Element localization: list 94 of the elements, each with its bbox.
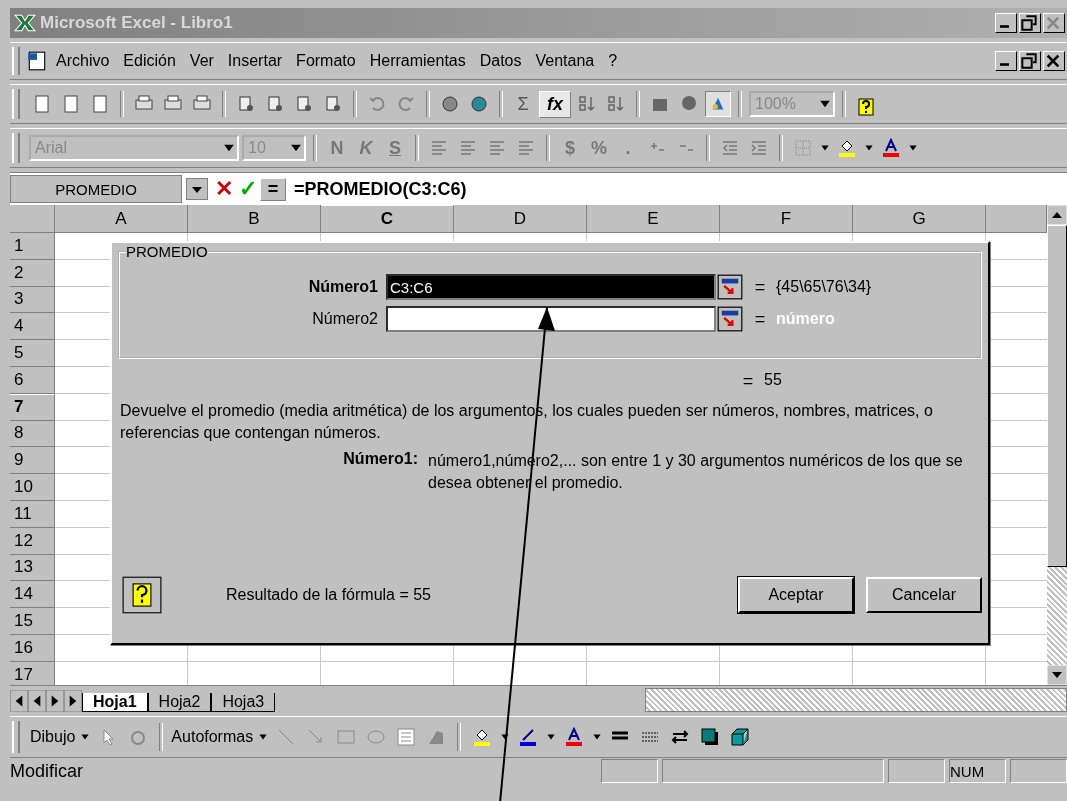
last-sheet-icon[interactable] bbox=[64, 690, 82, 712]
document-icon[interactable] bbox=[26, 50, 48, 72]
argument-result: número bbox=[776, 310, 835, 328]
function-button[interactable]: fx bbox=[539, 90, 571, 118]
menu-item[interactable]: Ventana bbox=[535, 52, 595, 70]
restore-button[interactable] bbox=[1019, 13, 1041, 33]
collapse-dialog-icon[interactable] bbox=[716, 306, 744, 332]
close-button[interactable] bbox=[1043, 13, 1065, 33]
dialog-button[interactable]: Aceptar bbox=[738, 577, 854, 613]
restore-icon bbox=[1021, 15, 1037, 31]
sheet-tab[interactable]: Hoja3 bbox=[211, 693, 276, 712]
row-header[interactable]: 7 bbox=[10, 393, 55, 421]
row-header[interactable]: 9 bbox=[10, 447, 55, 475]
menu-item[interactable]: ? bbox=[608, 52, 618, 70]
argument-label: Número1 bbox=[307, 278, 379, 296]
row-header[interactable]: 8 bbox=[10, 420, 55, 448]
status-panel bbox=[601, 759, 658, 783]
argument-input[interactable]: C3:C6 bbox=[386, 274, 716, 300]
equals-sign: = bbox=[741, 371, 755, 392]
menu-item[interactable]: Insertar bbox=[227, 52, 283, 70]
horizontal-scrollbar[interactable] bbox=[645, 688, 1067, 712]
menu-item[interactable]: Datos bbox=[479, 52, 522, 70]
toolbar-grip bbox=[12, 721, 20, 753]
scroll-down-button[interactable] bbox=[1047, 665, 1067, 685]
argument-label: Número2 bbox=[311, 310, 379, 328]
row-header[interactable]: 1 bbox=[10, 233, 55, 260]
restore-icon bbox=[1021, 53, 1037, 69]
restore-button[interactable] bbox=[1019, 51, 1041, 71]
dialog-button[interactable]: Cancelar bbox=[866, 577, 982, 613]
row-header[interactable]: 14 bbox=[10, 581, 55, 609]
row-header[interactable]: 2 bbox=[10, 259, 55, 287]
toolbar-grip bbox=[12, 132, 20, 164]
row-header[interactable]: 13 bbox=[10, 554, 55, 582]
row-header[interactable]: 16 bbox=[10, 634, 55, 662]
sheet-tab[interactable]: Hoja2 bbox=[147, 693, 212, 712]
dropdown-button[interactable] bbox=[186, 178, 208, 200]
vertical-scrollbar[interactable] bbox=[1047, 205, 1067, 685]
next-sheet-icon[interactable] bbox=[46, 690, 64, 712]
scroll-up-button[interactable] bbox=[1047, 205, 1067, 225]
previous-sheet-icon[interactable] bbox=[28, 690, 46, 712]
column-header[interactable]: D bbox=[454, 205, 587, 233]
minimize-button[interactable] bbox=[995, 51, 1017, 71]
minimize-button[interactable] bbox=[995, 13, 1017, 33]
row-header[interactable]: 10 bbox=[10, 474, 55, 501]
menu-item[interactable]: Edición bbox=[123, 52, 176, 70]
x-logo-icon bbox=[14, 14, 36, 32]
row-header[interactable]: 5 bbox=[10, 340, 55, 367]
edit-formula-button[interactable]: = bbox=[260, 177, 286, 201]
column-header[interactable]: A bbox=[55, 205, 188, 233]
help-button[interactable] bbox=[122, 576, 162, 614]
row-header[interactable]: 12 bbox=[10, 527, 55, 555]
num-lock-indicator: NUM bbox=[949, 759, 1006, 783]
toolbar-grip bbox=[12, 46, 20, 76]
row-header[interactable]: 4 bbox=[10, 313, 55, 341]
autosum-button[interactable]: Σ bbox=[510, 93, 536, 115]
menu-item[interactable]: Formato bbox=[296, 52, 356, 70]
menu-item[interactable]: Archivo bbox=[56, 52, 110, 70]
menu-item[interactable]: Herramientas bbox=[369, 52, 466, 70]
cancel-button[interactable]: ✕ bbox=[212, 176, 236, 202]
close-icon bbox=[1045, 53, 1061, 69]
argument-help-label: Número1: bbox=[342, 450, 418, 469]
argument-result: {45\65\76\34} bbox=[776, 278, 872, 296]
function-result: 55 bbox=[764, 371, 782, 390]
equals-sign: = bbox=[753, 276, 767, 298]
minimize-icon bbox=[1000, 25, 1009, 28]
column-header[interactable]: F bbox=[720, 205, 853, 233]
minimize-icon bbox=[1000, 63, 1009, 66]
name-box[interactable]: PROMEDIO bbox=[10, 175, 182, 203]
row-header[interactable]: 6 bbox=[10, 367, 55, 394]
row-header[interactable]: 15 bbox=[10, 608, 55, 635]
close-icon bbox=[1045, 15, 1061, 31]
toolbar-grip bbox=[12, 88, 20, 120]
argument-input[interactable] bbox=[386, 306, 716, 332]
menu-item[interactable]: Ver bbox=[189, 52, 214, 70]
column-header[interactable]: C bbox=[321, 205, 454, 233]
window-title: Microsoft Excel - Libro1 bbox=[40, 13, 233, 33]
column-header[interactable]: E bbox=[587, 205, 720, 233]
formula-result: Resultado de la fórmula = 55 bbox=[226, 586, 432, 604]
sheet-tab[interactable]: Hoja1 bbox=[82, 693, 148, 712]
autoshapes-menu[interactable]: Autoformas bbox=[171, 728, 254, 746]
column-header[interactable]: B bbox=[188, 205, 321, 233]
row-header[interactable]: 17 bbox=[10, 661, 55, 685]
first-sheet-icon[interactable] bbox=[10, 690, 28, 712]
status-panel bbox=[888, 759, 945, 783]
row-header[interactable]: 3 bbox=[10, 286, 55, 314]
column-header[interactable]: G bbox=[853, 205, 986, 233]
status-panel bbox=[1010, 759, 1067, 783]
draw-menu[interactable]: Dibujo bbox=[30, 728, 76, 746]
close-button[interactable] bbox=[1043, 51, 1065, 71]
row-header[interactable]: 11 bbox=[10, 500, 55, 528]
formula-field[interactable]: =PROMEDIO(C3:C6) bbox=[294, 178, 467, 200]
equals-sign: = bbox=[753, 308, 767, 330]
collapse-dialog-icon[interactable] bbox=[716, 274, 744, 300]
status-text: Modificar bbox=[10, 760, 85, 782]
